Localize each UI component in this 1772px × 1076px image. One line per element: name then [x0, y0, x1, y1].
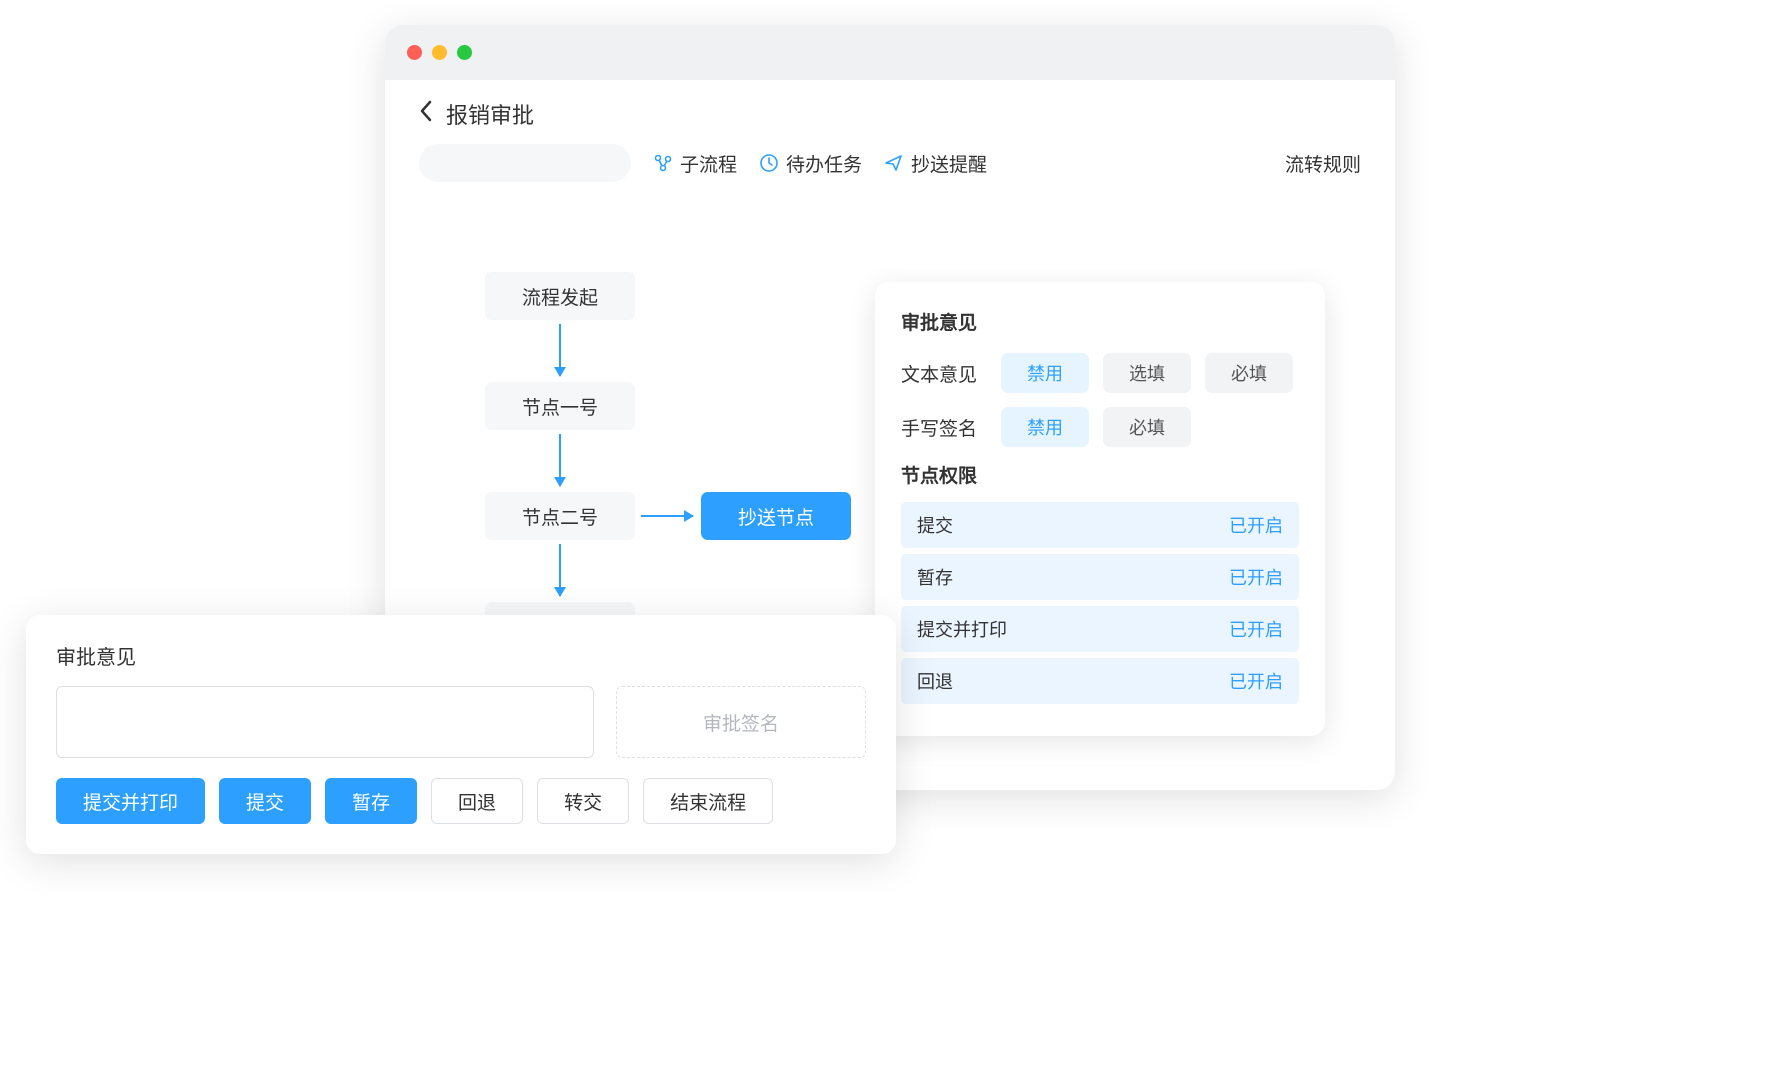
header: 报销审批	[385, 80, 1395, 130]
flow-arrow-icon	[559, 544, 561, 596]
search-pill[interactable]	[419, 144, 631, 182]
maximize-icon[interactable]	[457, 45, 472, 60]
opinion-textarea[interactable]	[56, 686, 594, 758]
cc-notice-button[interactable]: 抄送提醒	[884, 150, 987, 177]
subflow-icon	[653, 153, 673, 173]
settings-panel: 审批意见 文本意见 禁用 选填 必填 手写签名 禁用 必填 节点权限 提交 已开…	[875, 282, 1325, 736]
perm-name: 提交	[917, 512, 953, 538]
titlebar	[385, 25, 1395, 80]
back-button[interactable]: 回退	[431, 778, 523, 824]
rules-button[interactable]: 流转规则	[1285, 150, 1361, 177]
text-opinion-optional[interactable]: 选填	[1103, 353, 1191, 393]
cc-notice-label: 抄送提醒	[911, 150, 987, 177]
perm-status: 已开启	[1229, 616, 1283, 642]
opinion-section-title: 审批意见	[901, 308, 1299, 335]
hand-sign-disabled[interactable]: 禁用	[1001, 407, 1089, 447]
flow-arrow-icon	[559, 324, 561, 376]
perm-section-title: 节点权限	[901, 461, 1299, 488]
approval-input-row: 审批签名	[56, 686, 866, 758]
hand-sign-row: 手写签名 禁用 必填	[901, 407, 1299, 447]
perm-name: 回退	[917, 668, 953, 694]
subflow-label: 子流程	[680, 150, 737, 177]
minimize-icon[interactable]	[432, 45, 447, 60]
end-flow-button[interactable]: 结束流程	[643, 778, 773, 824]
perm-status: 已开启	[1229, 668, 1283, 694]
flow-node-2[interactable]: 节点二号	[485, 492, 635, 540]
back-icon[interactable]	[419, 100, 432, 128]
approval-actions: 提交并打印 提交 暂存 回退 转交 结束流程	[56, 778, 866, 824]
text-opinion-row: 文本意见 禁用 选填 必填	[901, 353, 1299, 393]
approval-card: 审批意见 审批签名 提交并打印 提交 暂存 回退 转交 结束流程	[26, 615, 896, 854]
toolbar: 子流程 待办任务 抄送提醒 流转规则	[385, 130, 1395, 182]
perm-status: 已开启	[1229, 512, 1283, 538]
perm-row[interactable]: 提交并打印 已开启	[901, 606, 1299, 652]
perm-row[interactable]: 暂存 已开启	[901, 554, 1299, 600]
transfer-button[interactable]: 转交	[537, 778, 629, 824]
perm-status: 已开启	[1229, 564, 1283, 590]
submit-print-button[interactable]: 提交并打印	[56, 778, 205, 824]
draft-button[interactable]: 暂存	[325, 778, 417, 824]
hand-sign-required[interactable]: 必填	[1103, 407, 1191, 447]
flow-arrow-icon	[559, 434, 561, 486]
text-opinion-required[interactable]: 必填	[1205, 353, 1293, 393]
pending-button[interactable]: 待办任务	[759, 150, 862, 177]
close-icon[interactable]	[407, 45, 422, 60]
flow-node-1[interactable]: 节点一号	[485, 382, 635, 430]
perm-row[interactable]: 回退 已开启	[901, 658, 1299, 704]
perm-name: 暂存	[917, 564, 953, 590]
submit-button[interactable]: 提交	[219, 778, 311, 824]
text-opinion-label: 文本意见	[901, 360, 987, 387]
pending-label: 待办任务	[786, 150, 862, 177]
approval-title: 审批意见	[56, 641, 866, 670]
clock-icon	[759, 153, 779, 173]
flow-node-start[interactable]: 流程发起	[485, 272, 635, 320]
signature-box[interactable]: 审批签名	[616, 686, 866, 758]
subflow-button[interactable]: 子流程	[653, 150, 737, 177]
hand-sign-label: 手写签名	[901, 414, 987, 441]
flow-node-cc[interactable]: 抄送节点	[701, 492, 851, 540]
perm-name: 提交并打印	[917, 616, 1007, 642]
perm-row[interactable]: 提交 已开启	[901, 502, 1299, 548]
send-icon	[884, 153, 904, 173]
flow-arrow-icon	[641, 515, 693, 517]
text-opinion-disabled[interactable]: 禁用	[1001, 353, 1089, 393]
page-title: 报销审批	[446, 98, 534, 130]
